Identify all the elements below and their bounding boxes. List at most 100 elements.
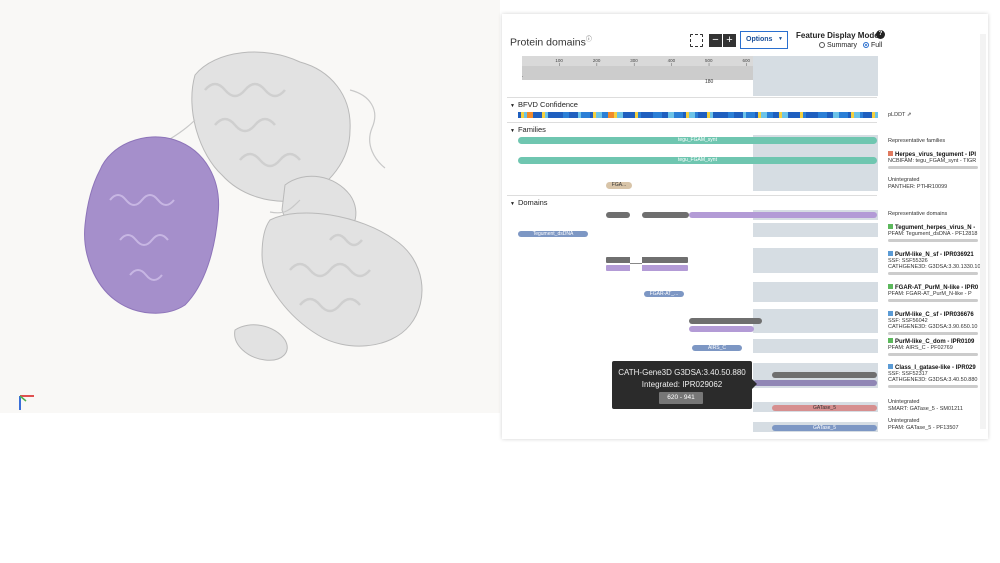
bfvd-cell <box>668 112 672 118</box>
bfvd-cell <box>704 112 708 118</box>
bfvd-cell <box>848 112 852 118</box>
bfvd-cell <box>803 112 807 118</box>
family-track-unintegrated[interactable]: FGA... <box>606 182 632 189</box>
track-gap-line <box>630 263 642 264</box>
mode-full-label: Full <box>871 42 883 49</box>
bfvd-cell <box>812 112 816 118</box>
domain-track[interactable] <box>606 212 630 218</box>
bfvd-cell <box>545 112 549 118</box>
bfvd-cell <box>689 112 693 118</box>
bfvd-cell <box>572 112 576 118</box>
protein-structure-render[interactable] <box>0 0 500 413</box>
section-domains[interactable]: ▼ Domains <box>510 198 548 207</box>
highlight-region <box>753 223 878 237</box>
collapse-icon: ▼ <box>510 201 515 207</box>
bfvd-cell <box>590 112 594 118</box>
fullscreen-icon[interactable] <box>690 34 703 47</box>
chevron-down-icon: ▼ <box>778 36 783 42</box>
highlight-region <box>753 56 878 96</box>
bfvd-cell <box>614 112 618 118</box>
domain-track-gatase5-pfam-label: GATase_5 <box>813 425 836 431</box>
domain-track[interactable] <box>689 318 762 324</box>
ruler-tick-label: 400 <box>668 58 676 63</box>
domain-track-tegument[interactable]: Tegument_dsDNA <box>518 231 588 237</box>
bfvd-cell <box>749 112 753 118</box>
tooltip-arrow <box>752 379 757 389</box>
bfvd-cell <box>722 112 726 118</box>
bfvd-cell <box>518 112 522 118</box>
bfvd-cell <box>716 112 720 118</box>
bfvd-cell <box>626 112 630 118</box>
family-track-unintegrated-label: FGA... <box>611 182 627 188</box>
mode-full-radio[interactable]: Full <box>863 42 882 49</box>
bfvd-cell <box>671 112 675 118</box>
bfvd-cell <box>680 112 684 118</box>
bfvd-cell <box>731 112 735 118</box>
section-bfvd[interactable]: ▼ BFVD Confidence <box>510 100 578 109</box>
bfvd-cell <box>602 112 606 118</box>
section-bfvd-label: BFVD Confidence <box>517 100 578 109</box>
domain-track[interactable] <box>689 326 754 332</box>
bfvd-cell <box>707 112 711 118</box>
bfvd-cell <box>584 112 588 118</box>
info-icon[interactable]: ⓘ <box>586 37 592 43</box>
bfvd-cell <box>818 112 822 118</box>
bfvd-cell <box>764 112 768 118</box>
bfvd-cell <box>809 112 813 118</box>
domain-track-selected[interactable] <box>753 380 877 386</box>
domain-track[interactable] <box>772 372 877 378</box>
options-button[interactable]: Options ▼ <box>740 31 788 49</box>
bfvd-confidence-track[interactable] <box>518 112 878 118</box>
section-families[interactable]: ▼ Families <box>510 125 546 134</box>
vertical-scrollbar[interactable] <box>980 34 986 429</box>
domain-track-fgar-label: FGAR-AT_... <box>649 291 679 297</box>
bfvd-cell <box>758 112 762 118</box>
domain-track-airs[interactable]: AIRS_C <box>692 345 742 351</box>
bfvd-cell <box>521 112 525 118</box>
herpes-family-source: NCBIFAM: tegu_FGAM_synt - TIGR <box>888 158 977 164</box>
bfvd-cell <box>605 112 609 118</box>
zoom-out-button[interactable]: − <box>709 34 722 47</box>
domain-track-fgar[interactable]: FGAR-AT_... <box>644 291 684 297</box>
coverage-bar <box>888 385 978 388</box>
unintegrated-family-source: PANTHER: PTHR10099 <box>888 184 948 190</box>
bfvd-cell <box>653 112 657 118</box>
protein-domains-card: Protein domainsⓘ − + Options ▼ Feature D… <box>502 14 988 439</box>
bfvd-cell <box>770 112 774 118</box>
domain-track-gatase5-pfam[interactable]: GATase_5 <box>772 425 877 431</box>
ruler-tick-label: 300 <box>630 58 638 63</box>
bfvd-cell <box>686 112 690 118</box>
bfvd-cell <box>593 112 597 118</box>
domain-track[interactable] <box>606 265 688 271</box>
domain-track[interactable] <box>689 212 877 218</box>
options-label: Options <box>746 36 773 43</box>
mode-summary-radio[interactable]: Summary <box>819 42 857 49</box>
purm-c-dom-source: PFAM: AIRS_C - PF02769 <box>888 345 953 351</box>
radio-selected-icon <box>863 42 869 48</box>
tooltip-range: 620 - 941 <box>659 392 703 404</box>
domain-track-airs-label: AIRS_C <box>707 345 727 351</box>
ruler-tick-label: 600 <box>742 58 750 63</box>
domain-track[interactable] <box>642 212 689 218</box>
bfvd-cell <box>611 112 615 118</box>
structure-viewer[interactable] <box>0 0 500 413</box>
bfvd-cell <box>623 112 627 118</box>
help-icon[interactable]: ? <box>876 30 885 39</box>
zoom-in-button[interactable]: + <box>723 34 736 47</box>
family-track-1[interactable]: tegu_FGAM_synt <box>518 137 877 144</box>
plddt-link[interactable]: pLDDT ⇗ <box>888 112 911 119</box>
family-track-2[interactable]: tegu_FGAM_synt <box>518 157 877 164</box>
bfvd-cell <box>659 112 663 118</box>
domain-track[interactable] <box>606 257 688 263</box>
axes-indicator-icon <box>18 392 38 412</box>
class1-gatase-source-2: CATHGENE3D: G3DSA:3.40.50.880 <box>888 377 978 383</box>
bfvd-cell <box>647 112 651 118</box>
coverage-bar <box>888 332 978 335</box>
bfvd-cell <box>575 112 579 118</box>
bfvd-cell <box>836 112 840 118</box>
bfvd-cell <box>824 112 828 118</box>
bfvd-cell <box>866 112 870 118</box>
domain-square-icon <box>888 251 893 256</box>
bfvd-cell <box>533 112 537 118</box>
domain-track-gatase5[interactable]: GATase_5 <box>772 405 877 411</box>
